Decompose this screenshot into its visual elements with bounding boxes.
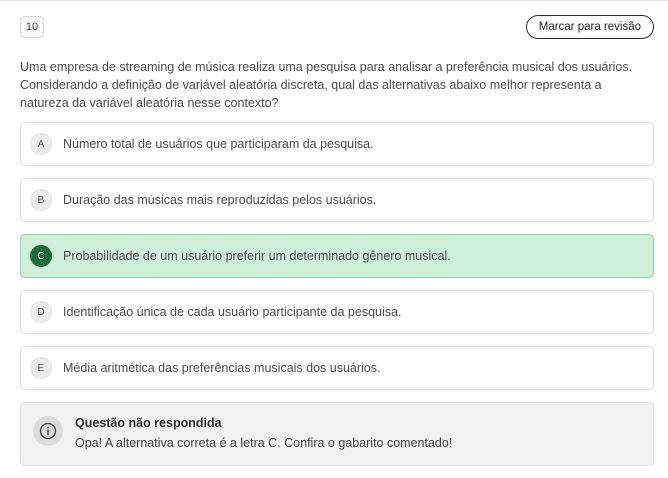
info-icon — [33, 416, 63, 446]
question-card: 10 Marcar para revisão Uma empresa de st… — [0, 0, 668, 478]
feedback-title: Questão não respondida — [75, 416, 222, 430]
option-text: Número total de usuários que participara… — [63, 137, 374, 151]
option-text: Média aritmética das preferências musica… — [63, 361, 381, 375]
option-d[interactable]: D Identificação única de cada usuário pa… — [20, 290, 654, 334]
option-a[interactable]: A Número total de usuários que participa… — [20, 122, 654, 166]
option-c[interactable]: C Probabilidade de um usuário preferir u… — [20, 234, 654, 278]
mark-for-review-button[interactable]: Marcar para revisão — [525, 15, 654, 39]
question-number-badge: 10 — [20, 16, 44, 38]
option-letter: A — [30, 133, 52, 155]
option-letter: C — [30, 245, 52, 267]
option-b[interactable]: B Duração das músicas mais reproduzidas … — [20, 178, 654, 222]
feedback-box: Questão não respondida Opa! A alternativ… — [20, 402, 654, 466]
question-header: 10 Marcar para revisão — [20, 15, 654, 39]
feedback-message: Opa! A alternativa correta é a letra C. … — [75, 436, 453, 450]
option-letter: D — [30, 301, 52, 323]
option-letter: B — [30, 189, 52, 211]
options-list: A Número total de usuários que participa… — [20, 122, 654, 390]
option-e[interactable]: E Média aritmética das preferências musi… — [20, 346, 654, 390]
option-letter: E — [30, 357, 52, 379]
question-statement: Uma empresa de streaming de música reali… — [20, 60, 633, 110]
option-text: Probabilidade de um usuário preferir um … — [63, 249, 451, 263]
option-text: Identificação única de cada usuário part… — [63, 305, 402, 319]
option-text: Duração das músicas mais reproduzidas pe… — [63, 193, 377, 207]
feedback-texts: Questão não respondida Opa! A alternativ… — [75, 415, 452, 451]
